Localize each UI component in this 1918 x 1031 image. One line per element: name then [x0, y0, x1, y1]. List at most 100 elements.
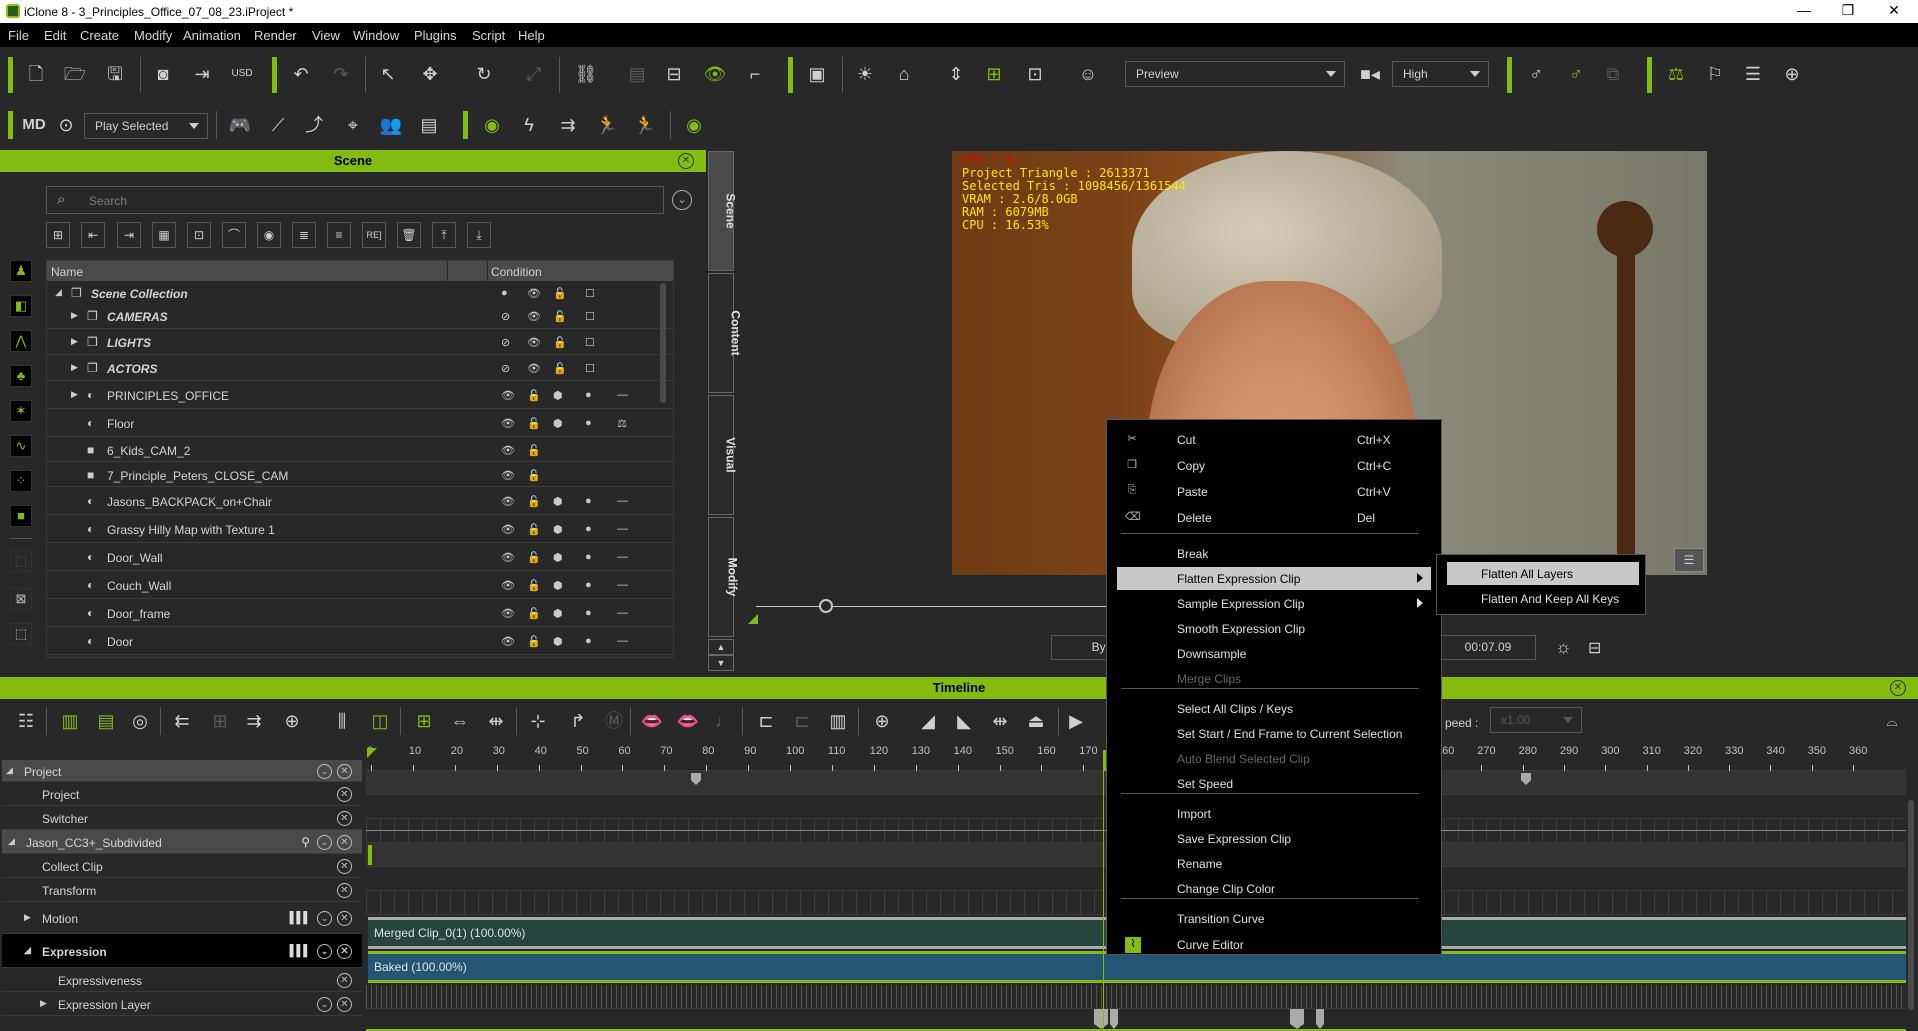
expand-all-icon[interactable]: ≣: [292, 222, 316, 248]
select-exclusive-icon[interactable]: ⊠: [10, 588, 32, 610]
menu-window[interactable]: Window: [353, 28, 399, 43]
insert-icon[interactable]: ⊞: [208, 709, 232, 733]
marquee-select-icon[interactable]: ⬚: [10, 623, 32, 645]
lock-icon[interactable]: 🔓: [527, 469, 541, 482]
eye-icon[interactable]: 👁: [501, 389, 515, 402]
lock-icon[interactable]: 🔓: [553, 310, 567, 323]
mesh-icon[interactable]: ⬢: [553, 495, 563, 508]
time-field[interactable]: 00:07.09: [1440, 635, 1536, 660]
filter-terrain-icon[interactable]: ⋀: [10, 330, 32, 352]
add-key-icon[interactable]: ⊕: [280, 709, 304, 733]
tree-row[interactable]: ▶ ❐ ACTORS ⊘ 👁 🔓 ☐: [47, 355, 673, 381]
link-icon[interactable]: ⛓: [574, 62, 598, 86]
quality-select[interactable]: High: [1392, 61, 1489, 87]
menu-file[interactable]: File: [8, 28, 29, 43]
motion-director-icon[interactable]: MD: [22, 113, 46, 137]
view-track-icon[interactable]: ◎: [128, 709, 152, 733]
track-row[interactable]: ▶ Expression Layer ✕ ⌄: [2, 992, 362, 1016]
gamepad-icon[interactable]: 🎮: [228, 113, 252, 137]
clip-range-icon[interactable]: ◫: [368, 709, 392, 733]
fit-clip-icon[interactable]: ⇔: [448, 709, 472, 733]
export-usd-icon[interactable]: USD: [230, 62, 254, 86]
expressiveness-track[interactable]: [366, 985, 1906, 1009]
add-lips-icon[interactable]: 👄: [676, 709, 700, 733]
eye-icon[interactable]: 👁: [527, 310, 541, 323]
ring2-icon[interactable]: ◉: [682, 113, 706, 137]
insert-frame-icon[interactable]: ⊏: [754, 709, 778, 733]
marker-icon[interactable]: ⌖: [341, 113, 365, 137]
shadow-icon[interactable]: —: [617, 607, 628, 619]
playback-slider-handle[interactable]: [819, 599, 833, 613]
timeline-vertical-scrollbar[interactable]: [1908, 800, 1914, 1010]
undo-icon[interactable]: ↶: [289, 62, 313, 86]
active-icon[interactable]: ●: [501, 287, 508, 299]
checkbox[interactable]: ☐: [585, 336, 595, 349]
filter-particle-icon[interactable]: ⁘: [10, 470, 32, 492]
remove-track-icon[interactable]: ✕: [337, 811, 352, 826]
script-icon[interactable]: ▤: [417, 113, 441, 137]
prop-visibility-icon[interactable]: ♂: [1564, 62, 1588, 86]
search-options-icon[interactable]: ⌄: [672, 190, 692, 210]
tab-scroll-down-icon[interactable]: ▼: [708, 655, 734, 671]
home-camera-icon[interactable]: ⌂: [892, 62, 916, 86]
timeline-close-icon[interactable]: ✕: [1890, 680, 1906, 696]
panel-icon[interactable]: ⊟: [1588, 638, 1601, 658]
group-icon[interactable]: ⧉: [1601, 62, 1625, 86]
mesh-icon[interactable]: ⬢: [553, 607, 563, 620]
expand-arrow-icon[interactable]: ▶: [71, 389, 78, 400]
move-top-icon[interactable]: ⤒: [432, 222, 456, 248]
menu-item-save-expression-clip[interactable]: Save Expression Clip: [1117, 827, 1431, 850]
mesh-icon[interactable]: ⬢: [553, 551, 563, 564]
track-bars-icon[interactable]: ▌▌▌: [290, 945, 311, 957]
material-icon[interactable]: ●: [585, 607, 592, 619]
frame-range-icon[interactable]: ▥: [826, 709, 850, 733]
remove-track-icon[interactable]: ✕: [337, 944, 352, 959]
inactive-icon[interactable]: ⊘: [501, 362, 510, 375]
speed-select[interactable]: x1.00: [1490, 707, 1582, 733]
tab-modify[interactable]: Modify: [708, 517, 739, 637]
menu-item-change-clip-color[interactable]: Change Clip Color: [1117, 877, 1431, 900]
split-icon[interactable]: ⫼: [330, 709, 354, 733]
mesh-icon[interactable]: ⬢: [553, 635, 563, 648]
material-icon[interactable]: ●: [585, 417, 592, 429]
flag-icon[interactable]: ⚐: [1703, 62, 1727, 86]
bone-icon[interactable]: ⚲: [301, 835, 310, 849]
track-options-icon[interactable]: ⌄: [317, 997, 332, 1012]
track-row[interactable]: Project ✕: [2, 782, 362, 806]
track-row[interactable]: ◢ Project ✕ ⌄: [2, 760, 362, 782]
menu-item-select-all-clips-keys[interactable]: Select All Clips / Keys: [1117, 697, 1431, 720]
eye-icon[interactable]: 👁: [501, 579, 515, 592]
menu-script[interactable]: Script: [472, 28, 505, 43]
tab-scroll-up-icon[interactable]: ▲: [708, 639, 734, 655]
tree-row[interactable]: ◐ Door 👁 🔓 ⬢ ● —: [47, 627, 673, 655]
menu-item-curve-editor[interactable]: ⌇ Curve Editor: [1117, 933, 1431, 956]
select-all-icon[interactable]: ▦: [152, 222, 176, 248]
move-out-folder-icon[interactable]: ⇤: [81, 222, 105, 248]
move-icon[interactable]: ✥: [418, 62, 442, 86]
track-row[interactable]: ◢ Jason_CC3+_Subdivided ✕ ⌄ ⚲: [2, 830, 362, 854]
menu-item-flatten-expression-clip[interactable]: Flatten Expression Clip: [1117, 567, 1431, 590]
material-icon[interactable]: ●: [585, 389, 592, 401]
zoom-in-icon[interactable]: ⊕: [870, 709, 894, 733]
track-options-icon[interactable]: ⌄: [317, 764, 332, 779]
hide-timeline-icon[interactable]: ⌓: [1880, 709, 1904, 733]
expand-arrow-icon[interactable]: ▶: [71, 310, 78, 321]
ring-icon[interactable]: ◉: [480, 113, 504, 137]
eye-icon[interactable]: 👁: [501, 444, 515, 457]
menu-item-cut[interactable]: ✂ Cut Ctrl+X: [1117, 428, 1431, 451]
list-icon[interactable]: ☰: [1741, 62, 1765, 86]
scene-close-icon[interactable]: ✕: [678, 153, 694, 169]
list-arrow-icon[interactable]: ⇉: [556, 113, 580, 137]
eye-icon[interactable]: 👁: [501, 495, 515, 508]
physics-icon[interactable]: ⚖: [617, 417, 627, 430]
playback-slider-track[interactable]: [756, 606, 1106, 607]
menu-item-smooth-expression-clip[interactable]: Smooth Expression Clip: [1117, 617, 1431, 640]
eye-icon[interactable]: 👁: [501, 469, 515, 482]
tree-row[interactable]: ▶ ❐ LIGHTS ⊘ 👁 🔓 ☐: [47, 329, 673, 355]
restore-button[interactable]: ❐: [1826, 2, 1870, 20]
path-icon[interactable]: ⟋: [266, 113, 290, 137]
tree-row[interactable]: ▶ ❐ CAMERAS ⊘ 👁 🔓 ☐: [47, 303, 673, 329]
menu-edit[interactable]: Edit: [44, 28, 66, 43]
track-options-icon[interactable]: ⌄: [317, 944, 332, 959]
filter-tree-icon[interactable]: ♣: [10, 365, 32, 387]
